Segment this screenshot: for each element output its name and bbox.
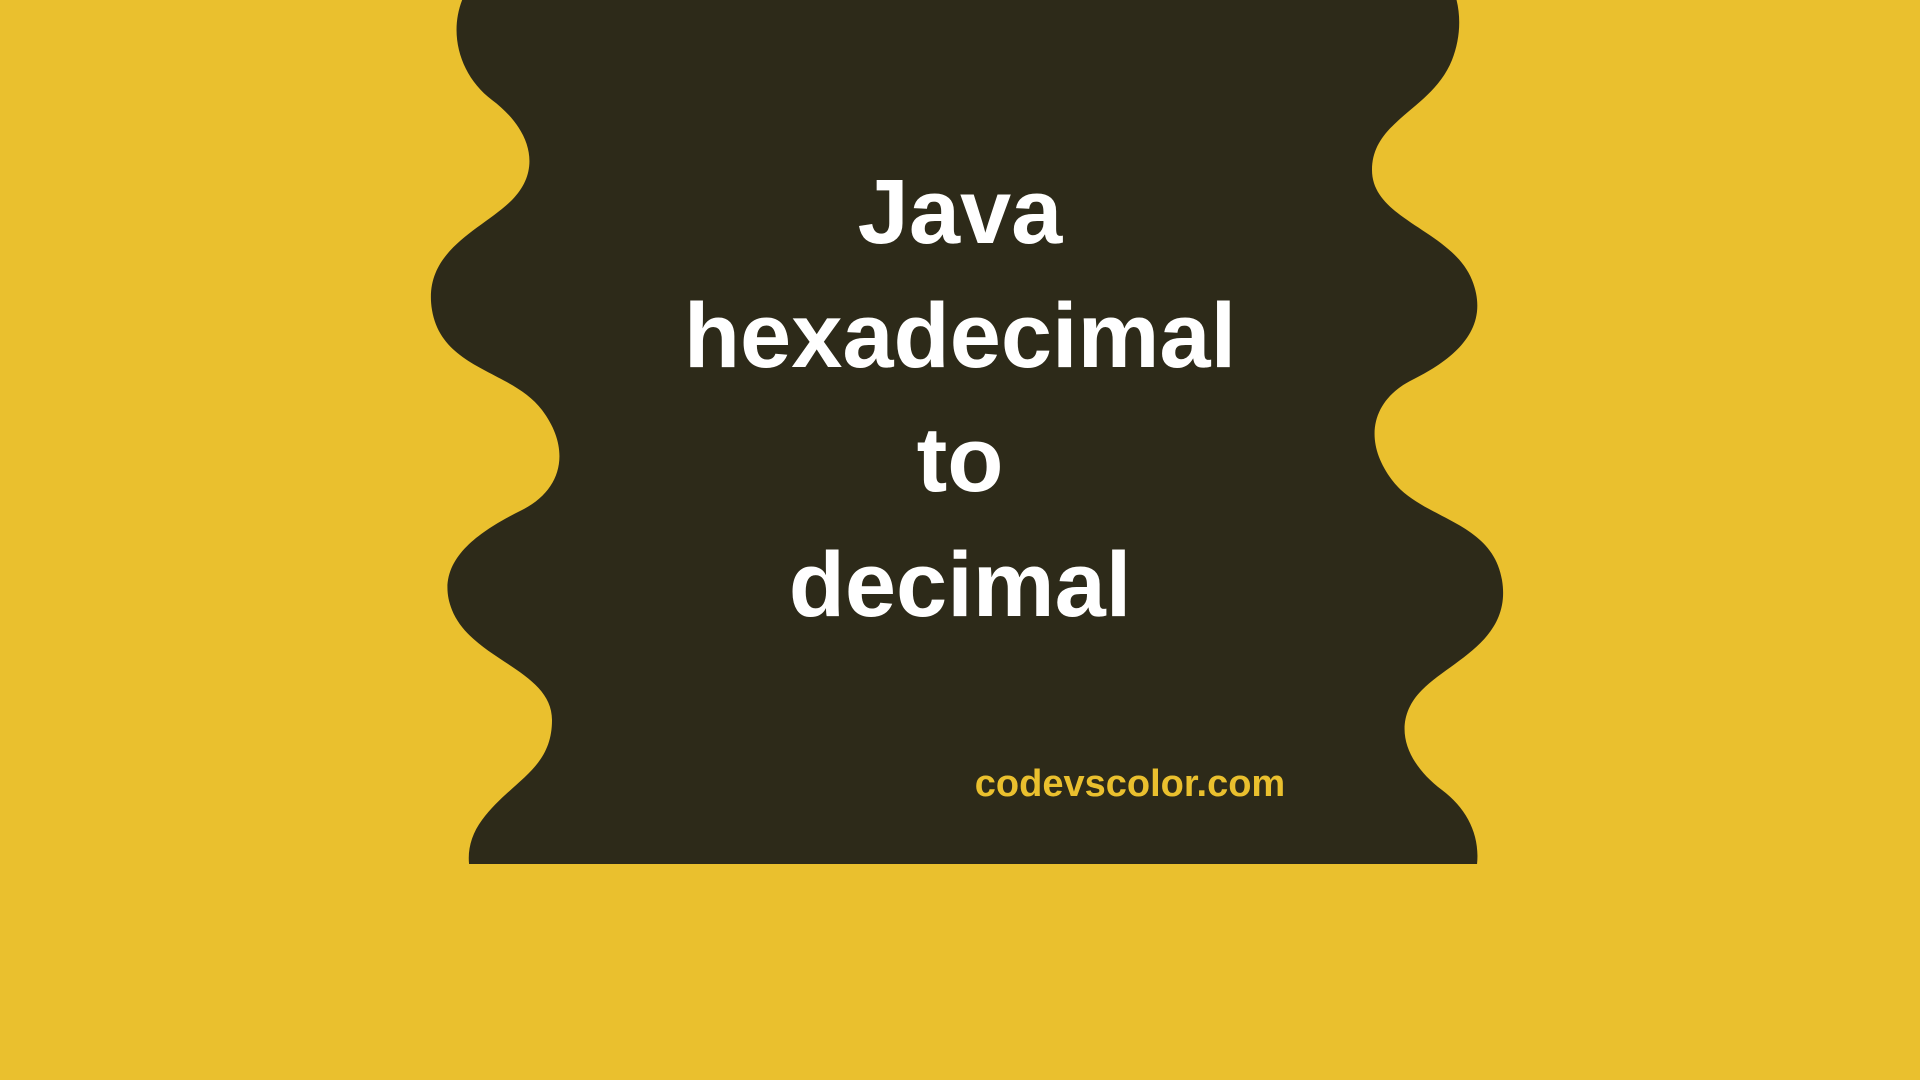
title-line-2: hexadecimal <box>192 274 1728 398</box>
banner-graphic: Java hexadecimal to decimal codevscolor.… <box>192 0 1728 864</box>
title-line-1: Java <box>192 150 1728 274</box>
title-block: Java hexadecimal to decimal <box>192 150 1728 647</box>
title-line-3: to <box>192 398 1728 522</box>
banner-canvas: Java hexadecimal to decimal codevscolor.… <box>0 0 1920 1080</box>
title-line-4: decimal <box>192 523 1728 647</box>
website-label: codevscolor.com <box>192 763 1728 806</box>
